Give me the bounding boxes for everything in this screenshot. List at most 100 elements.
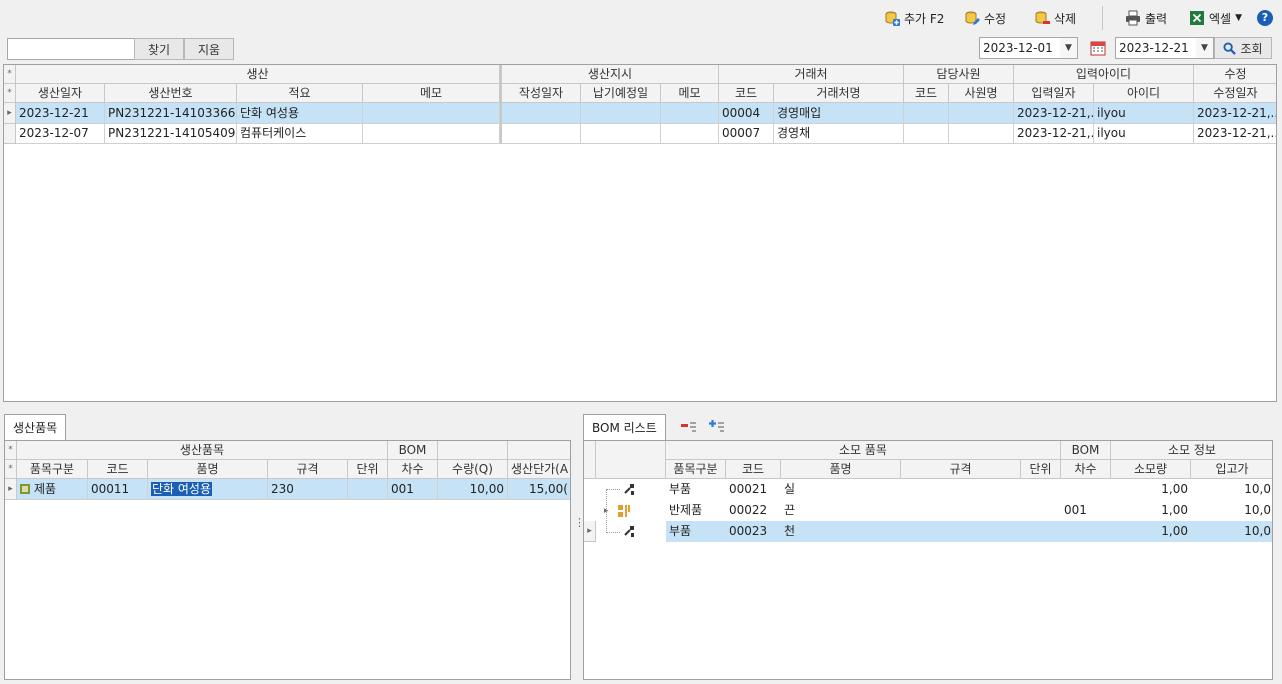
table-cell[interactable]: 제품 [17, 479, 88, 500]
collapse-all-button[interactable] [680, 418, 698, 436]
table-cell[interactable] [363, 103, 500, 124]
column-header[interactable]: 품목구분 [666, 460, 726, 479]
column-header[interactable]: 규격 [268, 460, 348, 479]
table-cell[interactable]: 2023-12-07 [16, 124, 105, 144]
column-header[interactable]: 작성일자 [500, 84, 581, 103]
column-header[interactable]: 생산일자 [16, 84, 105, 103]
table-cell[interactable]: 2023-12-21 [16, 103, 105, 124]
production-grid[interactable]: * * 생산 생산지시 거래처 담당사원 입력아이디 수정 생산일자 생산번호 … [3, 64, 1277, 402]
column-header[interactable]: 거래처명 [774, 84, 904, 103]
row-indicator[interactable] [4, 124, 16, 144]
table-cell[interactable] [363, 124, 500, 144]
table-cell[interactable] [661, 103, 719, 124]
table-cell[interactable] [904, 124, 949, 144]
table-cell[interactable]: 반제품 [666, 500, 726, 521]
tab-bom-list[interactable]: BOM 리스트 [583, 414, 666, 440]
table-cell[interactable]: 단화 여성용 [148, 479, 268, 500]
column-header[interactable]: 메모 [661, 84, 719, 103]
table-cell[interactable]: 001 [388, 479, 438, 500]
column-header[interactable]: 코드 [904, 84, 949, 103]
column-header[interactable]: 소모량 [1111, 460, 1191, 479]
table-cell[interactable] [661, 124, 719, 144]
table-cell[interactable]: 00011 [88, 479, 148, 500]
column-header[interactable]: 단위 [348, 460, 388, 479]
calendar-button[interactable] [1085, 37, 1111, 59]
column-header[interactable]: 코드 [719, 84, 774, 103]
table-cell[interactable]: 끈 [781, 500, 901, 521]
table-cell[interactable] [581, 103, 661, 124]
table-cell[interactable]: 부품 [666, 521, 726, 542]
column-header[interactable]: 수정일자 [1194, 84, 1276, 103]
table-cell[interactable] [949, 124, 1014, 144]
expand-all-button[interactable] [708, 418, 726, 436]
table-cell[interactable]: 10,0 [1191, 521, 1272, 542]
table-cell[interactable]: 1,00 [1111, 521, 1191, 542]
query-button[interactable]: 조회 [1214, 37, 1272, 59]
table-cell[interactable] [500, 124, 581, 144]
edit-button[interactable]: 수정 [964, 8, 1006, 28]
table-cell[interactable]: 컴퓨터케이스 [237, 124, 363, 144]
bom-grid[interactable]: 소모 품목 BOM 소모 정보 품목구분 코드 품명 규격 단위 차수 소모량 … [583, 440, 1273, 680]
table-cell[interactable]: 001 [1061, 500, 1111, 521]
tab-production-items[interactable]: 생산품목 [4, 414, 67, 440]
column-header[interactable]: 차수 [388, 460, 438, 479]
table-cell[interactable]: 00022 [726, 500, 781, 521]
table-cell[interactable] [1061, 521, 1111, 542]
table-cell[interactable]: ilyou [1094, 103, 1194, 124]
column-header[interactable]: 사원명 [949, 84, 1014, 103]
table-cell[interactable]: 15,00( [508, 479, 570, 500]
table-cell[interactable] [1021, 479, 1061, 500]
table-cell[interactable]: ilyou [1094, 124, 1194, 144]
find-button[interactable]: 찾기 [134, 38, 184, 60]
table-cell[interactable] [1061, 479, 1111, 500]
delete-button[interactable]: 삭제 [1034, 8, 1076, 28]
column-header[interactable]: 생산단가(A [508, 460, 570, 479]
table-cell[interactable] [901, 500, 1021, 521]
table-cell[interactable]: 2023-12-21,... [1194, 124, 1276, 144]
production-items-grid[interactable]: * * 생산품목 BOM 품목구분 코드 품명 규격 단위 차수 수량(Q) 생… [4, 440, 571, 680]
column-header[interactable]: 규격 [901, 460, 1021, 479]
search-input[interactable] [7, 38, 135, 60]
table-cell[interactable] [901, 479, 1021, 500]
column-header[interactable]: 품명 [148, 460, 268, 479]
column-header[interactable]: 생산번호 [105, 84, 237, 103]
table-cell[interactable]: 10,0 [1191, 479, 1272, 500]
table-cell[interactable] [348, 479, 388, 500]
column-header[interactable]: 아이디 [1094, 84, 1194, 103]
print-button[interactable]: 출력 [1125, 8, 1167, 28]
column-header[interactable]: 품목구분 [17, 460, 88, 479]
table-cell[interactable]: 1,00 [1111, 479, 1191, 500]
row-indicator-icon[interactable]: ▸ [4, 103, 16, 124]
table-cell[interactable]: 10,00 [438, 479, 508, 500]
table-cell[interactable]: 실 [781, 479, 901, 500]
column-header[interactable]: 납기예정일 [581, 84, 661, 103]
column-header[interactable]: 적요 [237, 84, 363, 103]
row-indicator-icon[interactable]: ▸ [584, 521, 596, 542]
column-header[interactable]: 품명 [781, 460, 901, 479]
table-cell[interactable]: PN231221-14105409 [105, 124, 237, 144]
table-cell[interactable]: 2023-12-21,... [1194, 103, 1276, 124]
table-cell[interactable]: 00007 [719, 124, 774, 144]
column-header[interactable]: 입고가 [1191, 460, 1272, 479]
column-header[interactable]: 차수 [1061, 460, 1111, 479]
date-to-field[interactable]: 2023-12-21 [1115, 37, 1197, 59]
table-cell[interactable] [1021, 521, 1061, 542]
table-cell[interactable]: 00023 [726, 521, 781, 542]
splitter-handle[interactable]: ⋮ [574, 517, 585, 540]
column-header[interactable]: 코드 [88, 460, 148, 479]
table-cell[interactable]: 경영매입 [774, 103, 904, 124]
table-cell[interactable]: 1,00 [1111, 500, 1191, 521]
column-header[interactable]: 단위 [1021, 460, 1061, 479]
table-cell[interactable]: PN231221-14103366 [105, 103, 237, 124]
table-cell[interactable] [1021, 500, 1061, 521]
column-header[interactable]: 수량(Q) [438, 460, 508, 479]
clear-button[interactable]: 지움 [184, 38, 234, 60]
row-indicator-icon[interactable]: ▸ [5, 479, 17, 500]
column-header[interactable]: 메모 [363, 84, 500, 103]
date-to-dropdown[interactable]: ▼ [1196, 37, 1214, 59]
add-button[interactable]: 추가 F2 [884, 8, 944, 28]
table-cell[interactable]: 10,0 [1191, 500, 1272, 521]
table-cell[interactable] [500, 103, 581, 124]
table-cell[interactable] [901, 521, 1021, 542]
table-cell[interactable]: 단화 여성용 [237, 103, 363, 124]
